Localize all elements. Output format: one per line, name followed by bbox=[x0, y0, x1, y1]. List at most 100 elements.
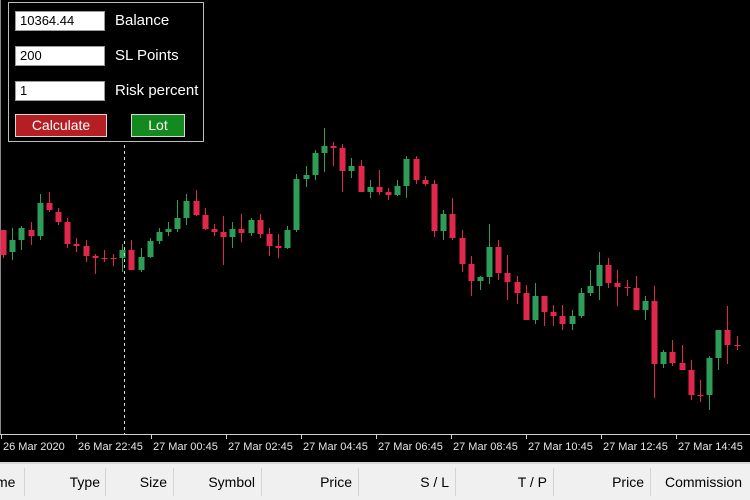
bear-candle bbox=[669, 352, 676, 363]
bear-candle bbox=[110, 258, 117, 259]
bull-candle bbox=[37, 203, 44, 236]
bear-candle bbox=[211, 229, 218, 232]
bear-candle bbox=[73, 244, 80, 246]
bear-candle bbox=[55, 212, 62, 222]
bear-candle bbox=[339, 148, 346, 171]
column-header-symbol[interactable]: Symbol bbox=[173, 470, 255, 494]
balance-input[interactable]: 10364.44 bbox=[15, 11, 105, 31]
lot-calculator-panel: 10364.44 Balance 200 SL Points 1 Risk pe… bbox=[8, 2, 204, 142]
bull-candle bbox=[312, 153, 319, 175]
bull-candle bbox=[394, 186, 401, 195]
bear-candle bbox=[459, 238, 466, 264]
bull-candle bbox=[706, 358, 713, 395]
time-axis-label: 26 Mar 2020 bbox=[3, 441, 65, 453]
bull-candle bbox=[532, 296, 539, 320]
bull-candle bbox=[18, 228, 25, 240]
bear-candle bbox=[734, 345, 741, 346]
time-axis-label: 27 Mar 08:45 bbox=[453, 441, 518, 453]
bull-candle bbox=[229, 229, 236, 237]
bear-candle bbox=[266, 234, 273, 246]
bear-candle bbox=[0, 230, 7, 255]
risk-percent-input[interactable]: 1 bbox=[15, 81, 105, 101]
bull-candle bbox=[642, 301, 649, 310]
bull-candle bbox=[147, 241, 154, 257]
bear-candle bbox=[651, 301, 658, 364]
bear-candle bbox=[83, 246, 90, 256]
time-axis-label: 27 Mar 12:45 bbox=[603, 441, 668, 453]
bear-candle bbox=[101, 258, 108, 259]
bear-candle bbox=[257, 220, 264, 234]
bull-candle bbox=[183, 201, 190, 218]
time-axis-label: 27 Mar 04:45 bbox=[303, 441, 368, 453]
column-header-time[interactable]: me bbox=[0, 470, 24, 494]
bull-candle bbox=[165, 229, 172, 232]
bull-candle bbox=[367, 187, 374, 192]
bear-candle bbox=[514, 282, 521, 293]
bear-candle bbox=[64, 222, 71, 244]
bear-candle bbox=[697, 395, 704, 396]
bear-candle bbox=[550, 312, 557, 316]
bear-candle bbox=[468, 264, 475, 281]
column-header-price[interactable]: Price bbox=[261, 470, 352, 494]
bear-candle bbox=[504, 273, 511, 282]
bull-candle bbox=[486, 247, 493, 277]
sl-points-input[interactable]: 200 bbox=[15, 46, 105, 66]
bull-candle bbox=[569, 316, 576, 324]
bear-candle bbox=[614, 283, 621, 287]
bear-candle bbox=[605, 265, 612, 283]
bear-candle bbox=[275, 246, 282, 248]
time-axis-label: 27 Mar 10:45 bbox=[528, 441, 593, 453]
bear-candle bbox=[559, 316, 566, 324]
bull-candle bbox=[403, 159, 410, 186]
bull-candle bbox=[596, 265, 603, 286]
bull-candle bbox=[293, 179, 300, 230]
column-header-current-price[interactable]: Price bbox=[553, 470, 644, 494]
bear-candle bbox=[376, 187, 383, 192]
bear-candle bbox=[523, 293, 530, 320]
bear-candle bbox=[449, 214, 456, 238]
bull-candle bbox=[174, 218, 181, 229]
bear-candle bbox=[413, 159, 420, 180]
calculate-button[interactable]: Calculate bbox=[15, 114, 107, 137]
bear-candle bbox=[220, 232, 227, 237]
bear-candle bbox=[330, 146, 337, 148]
lot-button[interactable]: Lot bbox=[131, 114, 185, 137]
bull-candle bbox=[348, 166, 355, 171]
bear-candle bbox=[193, 201, 200, 215]
column-header-stop-loss[interactable]: S / L bbox=[358, 470, 449, 494]
time-axis-label: 27 Mar 14:45 bbox=[678, 441, 743, 453]
bear-candle bbox=[688, 370, 695, 395]
bear-candle bbox=[724, 330, 731, 345]
column-header-type[interactable]: Type bbox=[24, 470, 100, 494]
column-header-take-profit[interactable]: T / P bbox=[455, 470, 547, 494]
bear-candle bbox=[385, 192, 392, 195]
bear-candle bbox=[422, 180, 429, 184]
bear-candle bbox=[128, 250, 135, 270]
bear-candle bbox=[46, 203, 53, 210]
sl-points-label: SL Points bbox=[115, 47, 179, 64]
time-axis-label: 27 Mar 02:45 bbox=[228, 441, 293, 453]
bear-candle bbox=[358, 166, 365, 192]
column-header-commission[interactable]: Commission bbox=[650, 470, 742, 494]
bull-candle bbox=[156, 232, 163, 241]
bull-candle bbox=[715, 330, 722, 358]
trade-table-header: me Type Size Symbol Price S / L T / P Pr… bbox=[0, 462, 750, 500]
balance-label: Balance bbox=[115, 12, 170, 29]
risk-percent-label: Risk percent bbox=[115, 82, 199, 99]
bear-candle bbox=[541, 296, 548, 312]
bull-candle bbox=[284, 230, 291, 248]
bear-candle bbox=[633, 288, 640, 310]
bull-candle bbox=[303, 175, 310, 179]
column-header-size[interactable]: Size bbox=[105, 470, 167, 494]
bear-candle bbox=[679, 363, 686, 370]
bear-candle bbox=[28, 230, 35, 236]
time-axis-label: 26 Mar 22:45 bbox=[78, 441, 143, 453]
bear-candle bbox=[431, 184, 438, 231]
time-axis-label: 27 Mar 00:45 bbox=[153, 441, 218, 453]
bear-candle bbox=[92, 256, 99, 258]
bull-candle bbox=[440, 214, 447, 231]
bull-candle bbox=[660, 352, 667, 364]
bear-candle bbox=[202, 215, 209, 229]
bull-candle bbox=[578, 293, 585, 316]
bull-candle bbox=[477, 277, 484, 281]
